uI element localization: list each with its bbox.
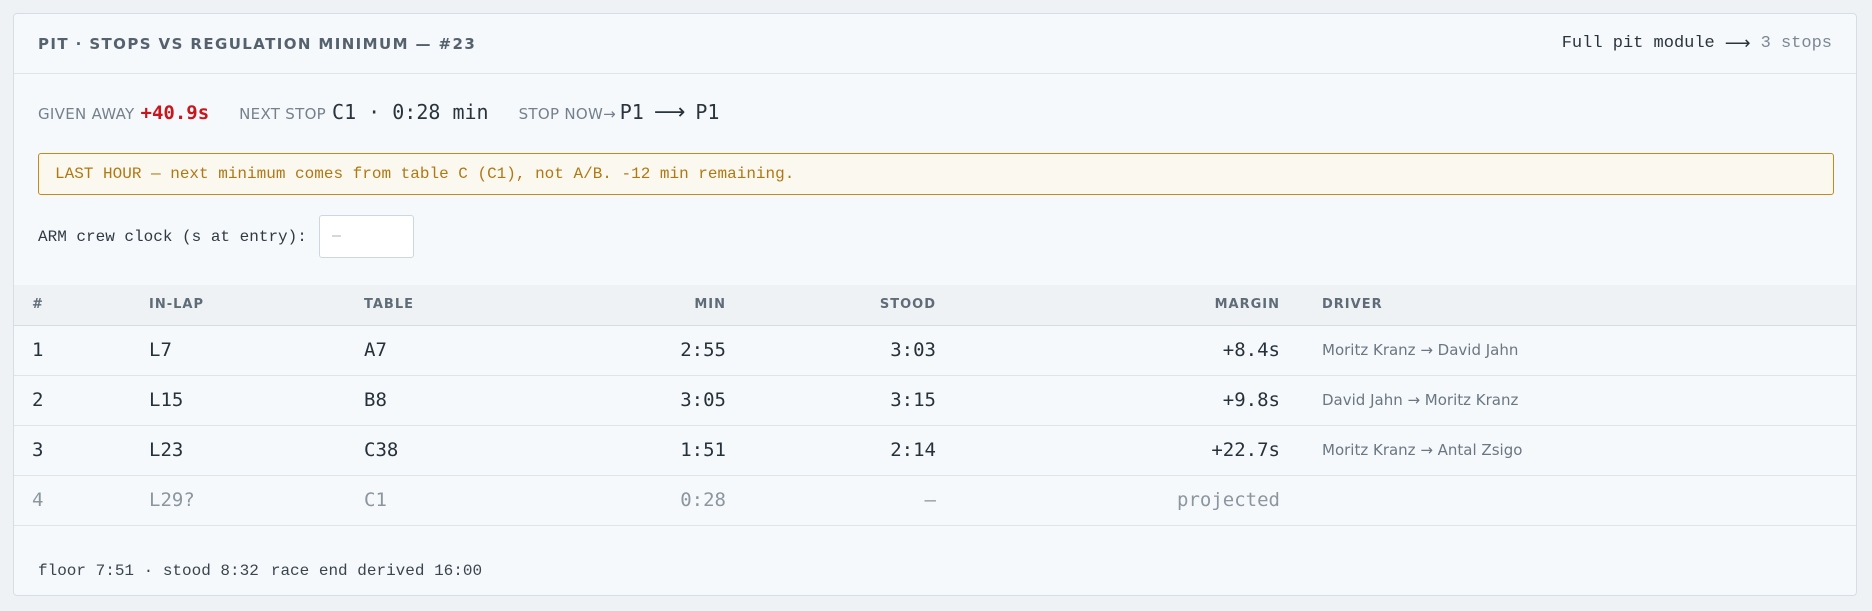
table-row: 2 L15 B8 3:05 3:15 +9.8s David Jahn → Mo… — [14, 376, 1856, 426]
cell-inlap: L29? — [149, 489, 195, 511]
cell-num: 3 — [32, 439, 44, 461]
floor-stood-summary: floor 7:51 · stood 8:32 — [38, 562, 259, 580]
cell-stood: 3:15 — [890, 389, 936, 411]
full-pit-module-label: Full pit module — [1561, 34, 1715, 53]
cell-driver: Moritz Kranz → Antal Zsigo — [1322, 441, 1523, 459]
column-header-num: # — [32, 297, 44, 312]
last-hour-warning: LAST HOUR — next minimum comes from tabl… — [38, 153, 1834, 195]
cell-table: A7 — [364, 339, 387, 361]
cell-driver: Moritz Kranz → David Jahn — [1322, 341, 1519, 359]
panel-footer: floor 7:51 · stood 8:32 race end derived … — [38, 562, 482, 580]
cell-inlap: L23 — [149, 439, 184, 461]
cell-min: 3:05 — [680, 389, 726, 411]
cell-min: 1:51 — [680, 439, 726, 461]
cell-inlap: L15 — [149, 389, 184, 411]
stops-count: 3 stops — [1760, 34, 1832, 53]
stop-now-to: P1 — [695, 100, 720, 124]
cell-inlap: L7 — [149, 339, 172, 361]
cell-stood: 2:14 — [890, 439, 936, 461]
pit-stops-panel: PIT · STOPS VS REGULATION MINIMUM — #23 … — [13, 13, 1857, 596]
cell-margin: +8.4s — [1222, 339, 1280, 361]
table-row: 1 L7 A7 2:55 3:03 +8.4s Moritz Kranz → D… — [14, 326, 1856, 376]
stop-now-label: STOP NOW — [518, 105, 604, 123]
arrow-right-icon: → — [603, 105, 616, 123]
panel-header: PIT · STOPS VS REGULATION MINIMUM — #23 … — [14, 14, 1856, 74]
arm-crew-clock-label: ARM crew clock (s at entry): — [38, 227, 307, 246]
next-stop-value: C1 · 0:28 min — [332, 100, 489, 124]
column-header-table: TABLE — [364, 297, 414, 312]
given-away-value: +40.9s — [140, 102, 210, 124]
cell-num: 4 — [32, 489, 44, 511]
panel-title: PIT · STOPS VS REGULATION MINIMUM — #23 — [38, 34, 477, 53]
cell-min: 0:28 — [680, 489, 726, 511]
cell-margin: +22.7s — [1211, 439, 1280, 461]
stop-now-value: P1 ⟶ P1 — [620, 100, 720, 125]
arm-crew-clock-input[interactable] — [318, 215, 414, 258]
column-header-margin: MARGIN — [1214, 297, 1280, 312]
metrics-row: GIVEN AWAY +40.9s NEXT STOP C1 · 0:28 mi… — [38, 100, 719, 125]
cell-table: C1 — [364, 489, 387, 511]
column-header-min: MIN — [694, 297, 726, 312]
column-header-driver: DRIVER — [1322, 297, 1383, 312]
pit-stops-table: # IN-LAP TABLE MIN STOOD MARGIN DRIVER 1… — [14, 285, 1856, 526]
cell-num: 2 — [32, 389, 44, 411]
cell-table: B8 — [364, 389, 387, 411]
column-header-stood: STOOD — [879, 297, 936, 312]
cell-min: 2:55 — [680, 339, 726, 361]
arrow-right-icon: ⟶ — [1724, 33, 1751, 54]
cell-stood: — — [924, 489, 936, 511]
cell-driver: David Jahn → Moritz Kranz — [1322, 391, 1519, 409]
cell-margin: projected — [1177, 489, 1280, 511]
table-header: # IN-LAP TABLE MIN STOOD MARGIN DRIVER — [14, 285, 1856, 326]
cell-stood: 3:03 — [890, 339, 936, 361]
cell-num: 1 — [32, 339, 44, 361]
table-row-projected: 4 L29? C1 0:28 — projected — [14, 476, 1856, 526]
cell-margin: +9.8s — [1222, 389, 1280, 411]
cell-table: C38 — [364, 439, 399, 461]
table-row: 3 L23 C38 1:51 2:14 +22.7s Moritz Kranz … — [14, 426, 1856, 476]
arm-crew-clock-row: ARM crew clock (s at entry): — [38, 215, 414, 258]
long-arrow-right-icon: ⟶ — [653, 100, 686, 125]
column-header-inlap: IN-LAP — [149, 297, 204, 312]
given-away-label: GIVEN AWAY — [38, 105, 135, 123]
stop-now-from: P1 — [619, 100, 644, 124]
next-stop-label: NEXT STOP — [239, 105, 327, 123]
full-pit-module-link[interactable]: Full pit module ⟶ 3 stops — [1562, 33, 1832, 54]
race-end-derived: race end derived 16:00 — [270, 562, 483, 580]
